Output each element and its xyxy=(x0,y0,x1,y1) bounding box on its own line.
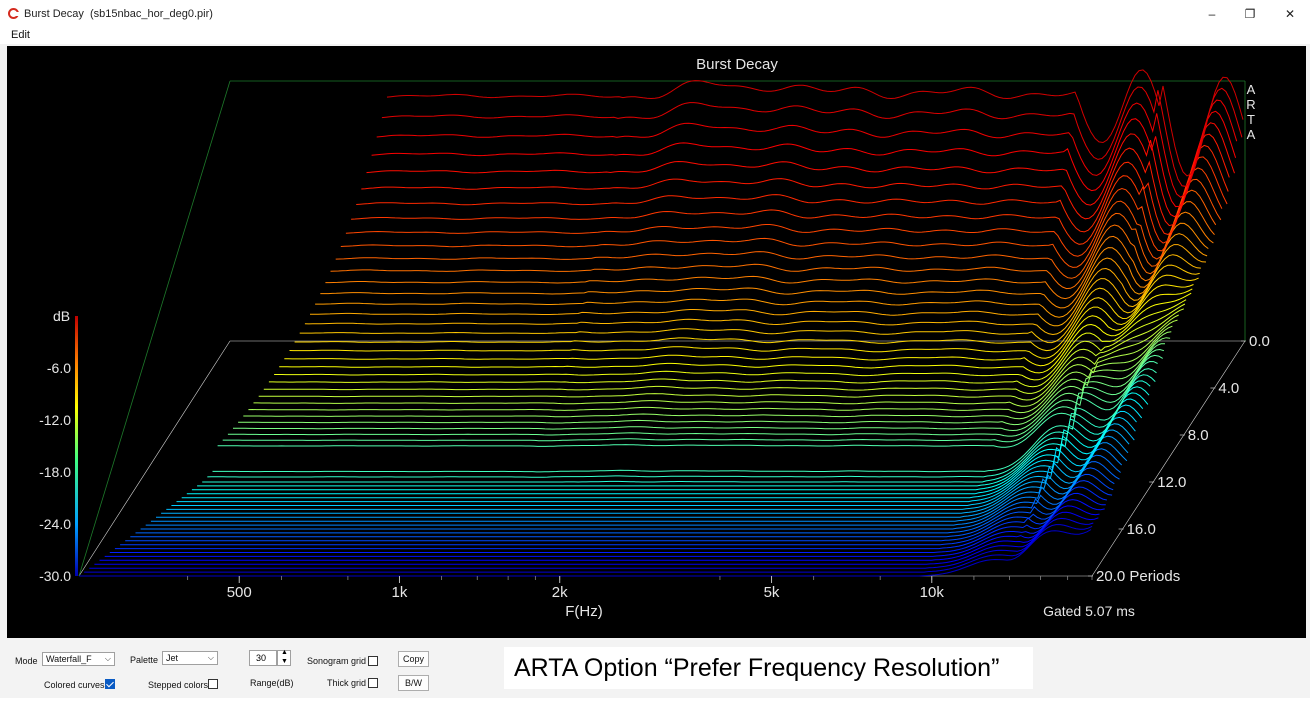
restore-button[interactable]: ❐ xyxy=(1230,4,1270,24)
x-axis-label: F(Hz) xyxy=(565,603,603,620)
close-button[interactable]: ✕ xyxy=(1270,4,1310,24)
palette-label: Palette xyxy=(130,655,159,665)
mode-label: Mode xyxy=(15,656,38,666)
chevron-down-icon: ⌵ xyxy=(207,653,214,662)
decay-curve xyxy=(140,454,1121,530)
sonogram-grid-label: Sonogram grid xyxy=(307,656,367,666)
copy-button[interactable]: Copy xyxy=(398,651,429,667)
menu-bar: Edit xyxy=(0,28,1310,44)
decay-curve xyxy=(176,410,1137,503)
decay-curve xyxy=(340,178,1222,268)
mode-select-value: Waterfall_F xyxy=(46,654,92,664)
annotation-caption: ARTA Option “Prefer Frequency Resolution… xyxy=(504,647,1033,689)
stepped-colors-checkbox[interactable] xyxy=(208,679,218,689)
gated-note: Gated 5.07 ms xyxy=(1043,603,1135,619)
decay-curve xyxy=(109,492,1106,553)
decay-curve xyxy=(104,499,1105,557)
decay-curve xyxy=(181,404,1143,499)
title-bar: Burst Decay (sb15nbac_hor_deg0.pir) – ❐ … xyxy=(0,0,1310,28)
colored-curves-label: Colored curves xyxy=(44,680,105,690)
range-value: 30 xyxy=(256,653,267,663)
decay-curve xyxy=(361,133,1230,227)
bottom-strip xyxy=(0,698,1310,722)
x-tick-label: 10k xyxy=(920,584,945,601)
bw-button[interactable]: B/W xyxy=(398,675,429,691)
stepper-down-icon[interactable]: ▼ xyxy=(281,658,288,665)
minimize-button[interactable]: – xyxy=(1192,4,1232,24)
z-tick-label: 12.0 xyxy=(1157,474,1186,491)
decay-curve xyxy=(171,416,1136,506)
decay-curve xyxy=(166,423,1135,510)
chart-title: Burst Decay xyxy=(696,56,778,73)
arta-logo: ARTA xyxy=(1246,82,1255,142)
chevron-down-icon: ⌵ xyxy=(104,654,111,663)
z-tick-label: 16.0 xyxy=(1127,521,1156,538)
colored-curves-checkbox[interactable] xyxy=(105,679,115,689)
arta-logo-letter: A xyxy=(1247,82,1256,97)
stepper-up-icon[interactable]: ▲ xyxy=(281,649,288,656)
palette-select[interactable]: Jet ⌵ xyxy=(162,651,218,665)
decay-curve xyxy=(330,201,1215,290)
arta-app-icon xyxy=(8,8,20,19)
decay-curve xyxy=(386,69,1244,177)
mode-select[interactable]: Waterfall_F ⌵ xyxy=(42,652,115,666)
z-tick-label: 0.0 xyxy=(1249,333,1270,350)
decay-curve xyxy=(294,274,1199,352)
decay-curve xyxy=(304,254,1201,336)
decay-curve xyxy=(371,110,1237,208)
arta-logo-letter: R xyxy=(1246,97,1255,112)
decay-curve xyxy=(351,156,1228,245)
arta-logo-letter: A xyxy=(1247,127,1256,142)
z-tick-label: 8.0 xyxy=(1188,427,1209,444)
x-tick-label: 500 xyxy=(227,584,252,601)
stepped-colors-label: Stepped colors xyxy=(148,680,209,690)
decay-curve xyxy=(284,288,1193,367)
x-tick-label: 2k xyxy=(552,584,568,601)
arta-logo-letter: T xyxy=(1247,112,1255,127)
sonogram-grid-checkbox[interactable] xyxy=(368,656,378,666)
y-tick-label: -18.0 xyxy=(39,464,71,480)
burst-decay-plot: Burst Decay ARTA dB -6.0 -12.0 -18.0 -24.0 -… xyxy=(7,46,1306,638)
z-tick-label: 4.0 xyxy=(1218,380,1239,397)
color-scale-bar xyxy=(75,316,78,576)
x-tick-label: 5k xyxy=(764,584,780,601)
range-label: Range(dB) xyxy=(250,678,294,688)
thick-grid-checkbox[interactable] xyxy=(368,678,378,688)
decay-curve xyxy=(243,331,1172,420)
x-tick-label: 1k xyxy=(392,584,408,601)
decay-curve xyxy=(186,398,1144,495)
y-tick-label: -24.0 xyxy=(39,516,71,532)
decay-curve xyxy=(274,299,1187,381)
y-tick-label: -6.0 xyxy=(47,360,71,376)
palette-select-value: Jet xyxy=(166,653,179,663)
y-axis-label: dB xyxy=(53,308,70,324)
range-stepper[interactable]: ▲ ▼ xyxy=(277,649,291,666)
waterfall-chart: Burst Decay ARTA dB -6.0 -12.0 -18.0 -24.0 -… xyxy=(39,56,1270,620)
decay-curve xyxy=(212,368,1157,473)
z-tick-label: 20.0 Periods xyxy=(1096,568,1180,585)
menu-item-edit[interactable]: Edit xyxy=(11,29,30,41)
decay-curve xyxy=(320,222,1209,309)
decay-curve xyxy=(207,374,1156,478)
y-tick-label: -30.0 xyxy=(39,568,71,584)
thick-grid-label: Thick grid xyxy=(327,678,367,688)
window-title: Burst Decay (sb15nbac_hor_deg0.pir) xyxy=(24,8,213,20)
decay-curve xyxy=(310,244,1207,327)
decay-curve xyxy=(335,189,1217,279)
range-input[interactable]: 30 xyxy=(249,650,277,666)
y-tick-label: -12.0 xyxy=(39,412,71,428)
